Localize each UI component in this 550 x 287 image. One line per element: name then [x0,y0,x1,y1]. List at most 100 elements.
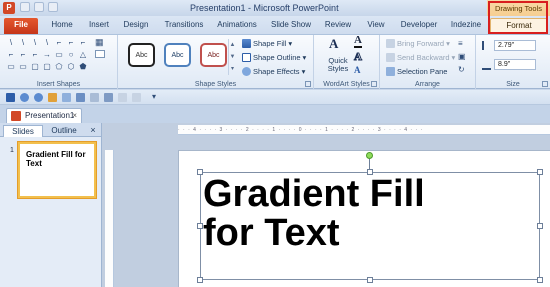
tab-outline[interactable]: Outline [44,125,84,137]
tab-animations[interactable]: Animations [215,18,259,34]
close-document-icon[interactable]: × [72,109,77,122]
group-wordart-styles: A Quick Styles A A A WordArt Styles [314,34,380,89]
shape-gallery-item[interactable]: ⌐ [66,38,76,48]
resize-handle-top-center[interactable] [367,169,373,175]
shape-gallery-item[interactable]: → [42,50,52,60]
shape-gallery-item[interactable]: ○ [66,50,76,60]
shape-gallery-item[interactable]: \ [42,38,52,48]
resize-handle-bottom-right[interactable] [537,277,543,283]
edit-shape-icon[interactable]: ▦ [95,37,104,47]
customize-qat-icon[interactable]: ▾ [152,92,156,101]
text-box-icon[interactable] [95,50,105,58]
shape-gallery-item[interactable]: ⬡ [66,62,76,72]
save-icon[interactable] [20,2,30,12]
arrange-extra-icons[interactable]: ≡ ▣ ↻ [458,37,466,76]
height-icon [482,41,491,50]
resize-handle-middle-right[interactable] [537,223,543,229]
text-effects-icon[interactable]: A [354,65,361,75]
shape-gallery-item[interactable]: ⬟ [78,62,88,72]
group-arrange: Bring Forward ▾ Send Backward ▾ Selectio… [380,35,476,89]
size-launcher-icon[interactable] [542,81,548,87]
group-shape-styles: Abc Abc Abc ▲ ▼ ▾ Shape Fill ▾ Shape Outli… [118,35,314,89]
tab-insert[interactable]: Insert [84,18,114,34]
close-pane-icon[interactable]: × [88,125,98,137]
text-outline-icon[interactable]: A [354,51,363,64]
shape-gallery-item[interactable]: ▭ [54,50,64,60]
shape-gallery-item[interactable]: ⌐ [54,38,64,48]
selection-pane-button[interactable]: Selection Pane [386,65,447,77]
wordart-styles-launcher-icon[interactable] [371,81,377,87]
shape-gallery-item[interactable]: ▭ [6,62,16,72]
open-icon[interactable] [48,93,57,102]
shape-style-preset-1[interactable]: Abc [128,43,155,67]
shape-gallery-item[interactable]: ⌐ [18,50,28,60]
rotation-handle[interactable] [366,152,373,159]
quick-styles-button[interactable]: Quick Styles [326,57,350,73]
shape-gallery-item[interactable]: ▢ [42,62,52,72]
text-fill-icon[interactable]: A [354,34,362,48]
tab-slides[interactable]: Slides [3,125,43,137]
redo-icon[interactable] [48,2,58,12]
shape-style-preset-3[interactable]: Abc [200,43,227,67]
shape-fill-button[interactable]: Shape Fill ▾ [242,37,292,49]
shape-gallery-item[interactable]: \ [18,38,28,48]
slide-number: 1 [10,147,14,154]
tab-developer[interactable]: Developer [398,18,440,34]
tab-file[interactable]: File [4,18,38,34]
shape-styles-launcher-icon[interactable] [305,81,311,87]
shape-gallery-item[interactable]: \ [30,38,40,48]
tab-review[interactable]: Review [322,18,354,34]
shape-gallery-item[interactable]: ⬠ [54,62,64,72]
shape-width-input[interactable]: 8.9" [494,59,536,70]
tab-view[interactable]: View [364,18,388,34]
save-icon[interactable] [6,93,15,102]
resize-handle-bottom-left[interactable] [197,277,203,283]
group-insert-shapes: \ \ \ \ ⌐ ⌐ ⌐ ⌐ ⌐ ⌐ → ▭ ○ △ ▭ ▭ ▢ ▢ ⬠ ⬡ ⬟ ▦ Insert Shapes [0,35,118,89]
ribbon-tab-row: File Home Insert Design Transitions Anim… [0,16,550,34]
shape-effects-button[interactable]: Shape Effects ▾ [242,65,305,77]
tab-transitions[interactable]: Transitions [161,18,207,34]
shape-gallery-item[interactable]: ⌐ [78,38,88,48]
tab-indezine[interactable]: Indezine [447,18,485,34]
slide-title-text[interactable]: Gradient Fill for Text [203,175,425,253]
send-backward-button[interactable]: Send Backward ▾ [386,51,455,63]
tab-home[interactable]: Home [48,18,76,34]
shape-gallery-item[interactable]: ⌐ [30,50,40,60]
selection-pane-label: Selection Pane [397,66,448,76]
shape-gallery-item[interactable]: ⌐ [6,50,16,60]
print-icon[interactable] [76,93,85,102]
format-painter-icon[interactable] [118,93,127,102]
resize-handle-middle-left[interactable] [197,223,203,229]
shape-gallery-item[interactable]: ▭ [18,62,28,72]
slide-thumbnail[interactable]: Gradient Fill for Text [18,142,96,198]
picture-icon[interactable] [104,93,113,102]
chevron-down-icon: ▾ [446,38,450,48]
chevron-down-icon: ▾ [301,66,306,76]
paint-bucket-icon [242,38,251,48]
tab-slide-show[interactable]: Slide Show [270,18,312,34]
resize-handle-top-right[interactable] [537,169,543,175]
tab-design[interactable]: Design [121,18,151,34]
chevron-down-icon: ▾ [288,38,293,48]
selection-pane-icon [386,66,395,76]
shape-gallery-item[interactable]: △ [78,50,88,60]
shape-outline-button[interactable]: Shape Outline ▾ [242,51,306,63]
shape-gallery-item[interactable]: ▢ [30,62,40,72]
powerpoint-app-icon[interactable]: P [3,2,15,14]
resize-handle-top-left[interactable] [197,169,203,175]
shape-style-preset-2[interactable]: Abc [164,43,191,67]
shape-height-input[interactable]: 2.79" [494,40,536,51]
slide-icon[interactable] [90,93,99,102]
clear-icon[interactable] [132,93,141,102]
undo-icon[interactable] [20,93,29,102]
redo-icon[interactable] [34,93,43,102]
document-tab[interactable]: Presentation1 × [6,108,82,123]
new-icon[interactable] [62,93,71,102]
resize-handle-bottom-center[interactable] [367,277,373,283]
shape-styles-scroll[interactable]: ▲ ▼ ▾ [228,39,236,75]
group-size: 2.79" 8.9" Size [476,35,550,89]
bring-forward-button[interactable]: Bring Forward ▾ [386,37,450,49]
quick-styles-icon[interactable]: A [329,36,338,52]
shape-gallery-item[interactable]: \ [6,38,16,48]
undo-icon[interactable] [34,2,44,12]
